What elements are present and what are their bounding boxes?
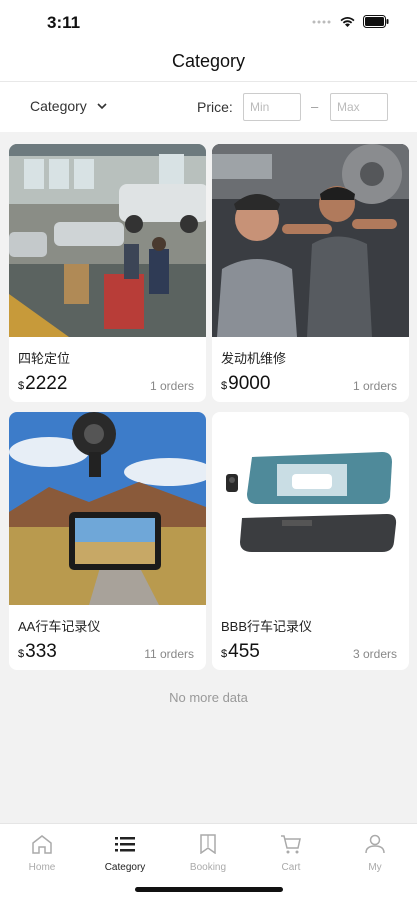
category-dropdown-label: Category	[30, 98, 87, 114]
product-card[interactable]: AA行车记录仪 $333 11 orders	[9, 412, 206, 670]
product-price: $455	[221, 641, 260, 663]
product-image-dash-cam	[9, 412, 206, 605]
tab-cart-label: Cart	[281, 862, 301, 873]
tab-home-label: Home	[28, 862, 56, 873]
currency-symbol: $	[221, 648, 228, 660]
price-dash: –	[311, 99, 319, 114]
product-name: 四轮定位	[18, 351, 71, 366]
order-count: 11 orders	[144, 647, 194, 661]
tab-home[interactable]: Home	[7, 834, 77, 873]
chevron-down-icon	[97, 102, 107, 109]
product-image-mirror-recorder	[212, 412, 409, 605]
product-name: BBB行车记录仪	[221, 619, 313, 634]
product-image-engine-repair	[212, 144, 409, 337]
product-price: $2222	[18, 373, 67, 395]
list-icon	[115, 837, 135, 852]
product-image-alignment	[9, 144, 206, 337]
order-count: 3 orders	[352, 647, 397, 661]
cart-icon	[281, 835, 301, 854]
max-price-input[interactable]	[330, 93, 388, 121]
no-more-data: No more data	[169, 690, 248, 705]
price-value: 2222	[25, 373, 68, 394]
currency-symbol: $	[18, 648, 25, 660]
battery-icon	[363, 15, 389, 28]
tab-booking[interactable]: Booking	[173, 834, 243, 873]
home-icon	[32, 835, 52, 854]
status-time: 3:11	[47, 13, 81, 32]
product-name: 发动机维修	[221, 351, 287, 366]
tab-category-label: Category	[104, 862, 146, 873]
bookmark-icon	[200, 834, 216, 855]
product-name: AA行车记录仪	[18, 619, 101, 634]
filter-bar: Category Price: –	[0, 82, 417, 132]
product-card[interactable]: BBB行车记录仪 $455 3 orders	[212, 412, 409, 670]
tab-my-label: My	[368, 862, 382, 873]
category-dropdown[interactable]: Category	[30, 98, 107, 114]
wifi-icon	[340, 17, 355, 27]
user-icon	[365, 834, 385, 854]
tab-booking-label: Booking	[189, 862, 227, 873]
status-bar: 3:11	[0, 0, 417, 46]
order-count: 1 orders	[149, 379, 194, 393]
header: Category	[0, 46, 417, 82]
price-value: 9000	[228, 373, 271, 394]
product-price: $9000	[221, 373, 270, 395]
tab-cart[interactable]: Cart	[256, 834, 326, 873]
order-count: 1 orders	[352, 379, 397, 393]
page-title: Category	[171, 51, 246, 71]
price-value: 333	[25, 641, 57, 662]
currency-symbol: $	[221, 380, 228, 392]
price-label: Price:	[197, 99, 233, 115]
product-card[interactable]: 四轮定位 $2222 1 orders	[9, 144, 206, 402]
product-price: $333	[18, 641, 57, 663]
signal-icon	[312, 20, 331, 23]
tab-my[interactable]: My	[340, 834, 410, 873]
tab-category[interactable]: Category	[90, 834, 160, 873]
price-value: 455	[228, 641, 260, 662]
min-price-input[interactable]	[243, 93, 301, 121]
currency-symbol: $	[18, 380, 25, 392]
home-indicator	[135, 887, 283, 892]
product-card[interactable]: 发动机维修 $9000 1 orders	[212, 144, 409, 402]
